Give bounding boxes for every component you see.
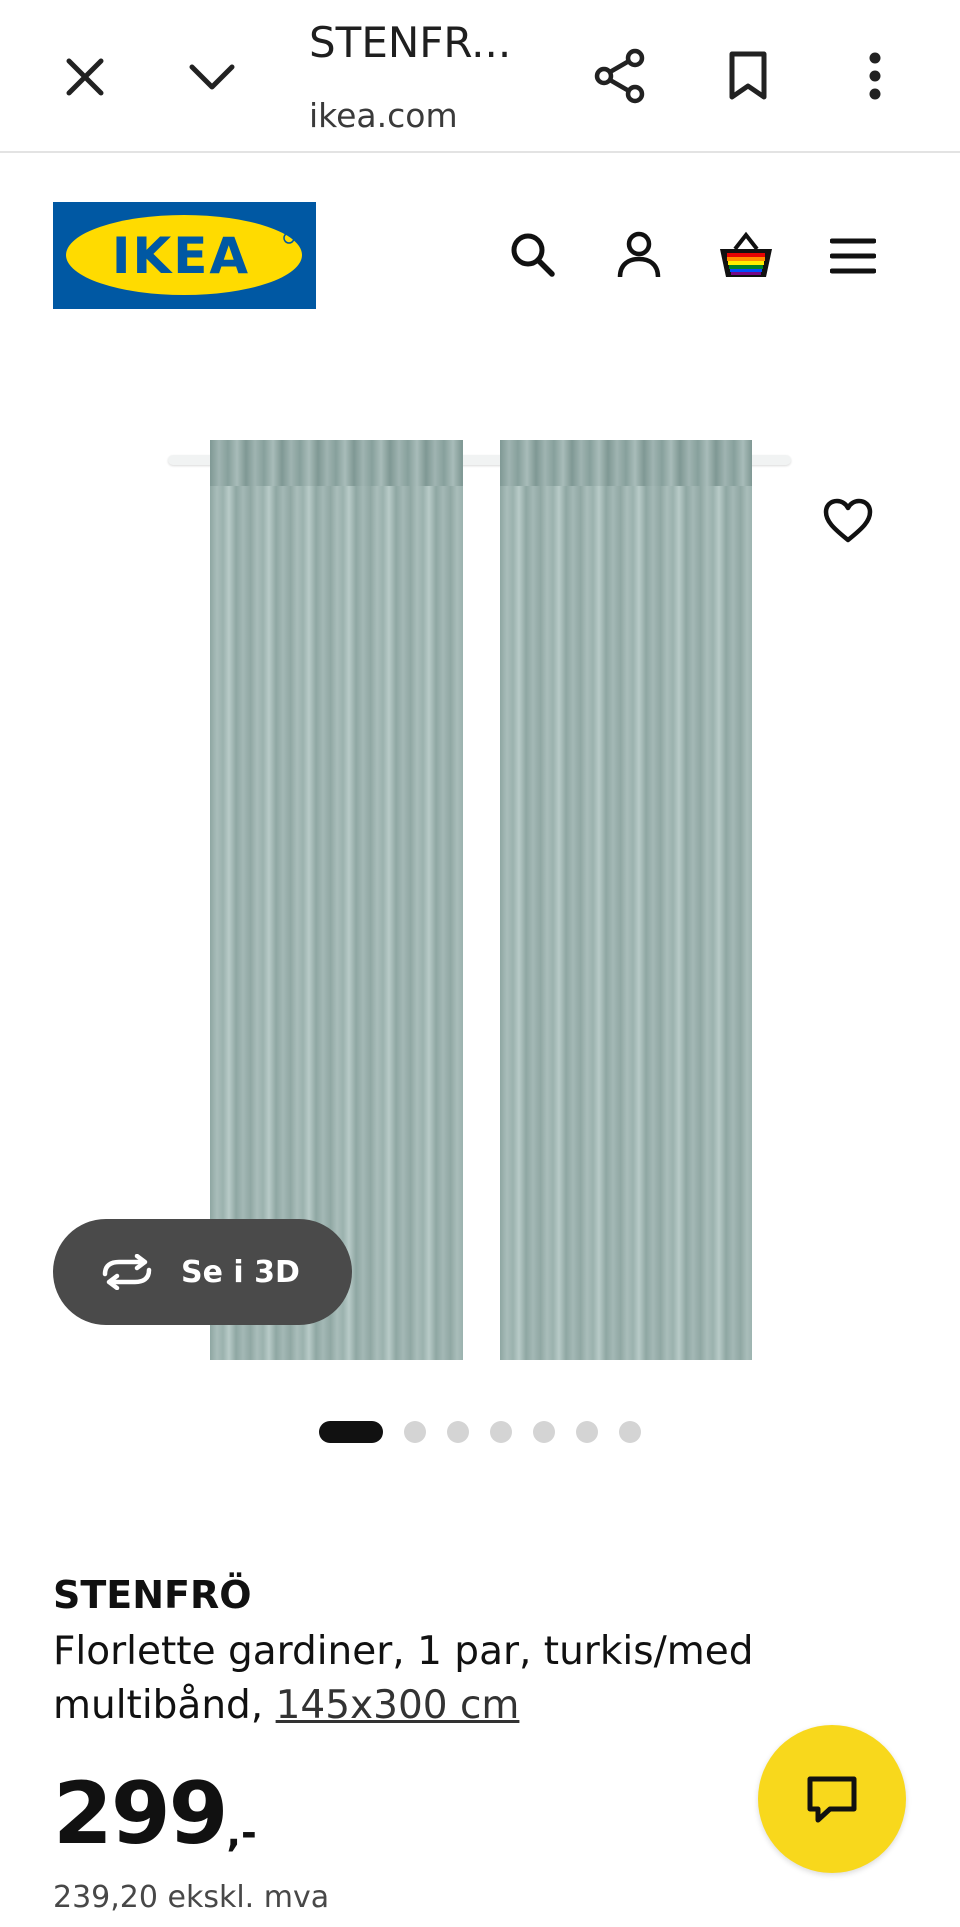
pagination-dot[interactable] (576, 1421, 598, 1443)
product-description: Florlette gardiner, 1 par, turkis/med mu… (53, 1625, 813, 1733)
pagination-dot-active[interactable] (319, 1421, 383, 1443)
view-in-3d-button[interactable]: Se i 3D (53, 1219, 352, 1325)
browser-toolbar: STENFR... ikea.com (0, 0, 960, 153)
product-image-right-curtain (500, 440, 752, 1360)
price-integer: 299 (53, 1764, 229, 1864)
product-size-link[interactable]: 145x300 cm (276, 1683, 520, 1728)
price-ex-vat: 239,20 ekskl. mva (53, 1880, 330, 1915)
pagination-dot[interactable] (490, 1421, 512, 1443)
price-suffix: ,- (226, 1811, 257, 1855)
basket-icon[interactable] (716, 230, 776, 282)
pagination-dot[interactable] (404, 1421, 426, 1443)
svg-text:IKEA: IKEA (112, 227, 250, 285)
ikea-logo[interactable]: IKEA (53, 202, 316, 309)
account-icon[interactable] (613, 230, 665, 282)
close-icon[interactable] (58, 50, 112, 104)
bookmark-icon[interactable] (720, 46, 776, 106)
gallery-pagination (319, 1421, 662, 1443)
favourite-heart-icon[interactable] (823, 498, 873, 548)
search-icon[interactable] (508, 230, 558, 280)
pagination-dot[interactable] (447, 1421, 469, 1443)
chat-icon (807, 1776, 857, 1823)
rotate-3d-icon (99, 1254, 155, 1290)
page-url[interactable]: ikea.com (309, 96, 458, 135)
product-name: STENFRÖ (53, 1573, 252, 1617)
product-price: 299 ,- (53, 1768, 257, 1860)
page-title[interactable]: STENFR... (309, 18, 511, 67)
chevron-down-icon[interactable] (185, 50, 239, 104)
menu-icon[interactable] (828, 232, 878, 280)
more-vert-icon[interactable] (860, 46, 890, 106)
share-icon[interactable] (590, 46, 650, 106)
chat-button[interactable] (758, 1725, 906, 1873)
pagination-dot[interactable] (619, 1421, 641, 1443)
ikea-logo-graphic: IKEA (53, 202, 316, 309)
view-in-3d-label: Se i 3D (181, 1254, 300, 1290)
pagination-dot[interactable] (533, 1421, 555, 1443)
